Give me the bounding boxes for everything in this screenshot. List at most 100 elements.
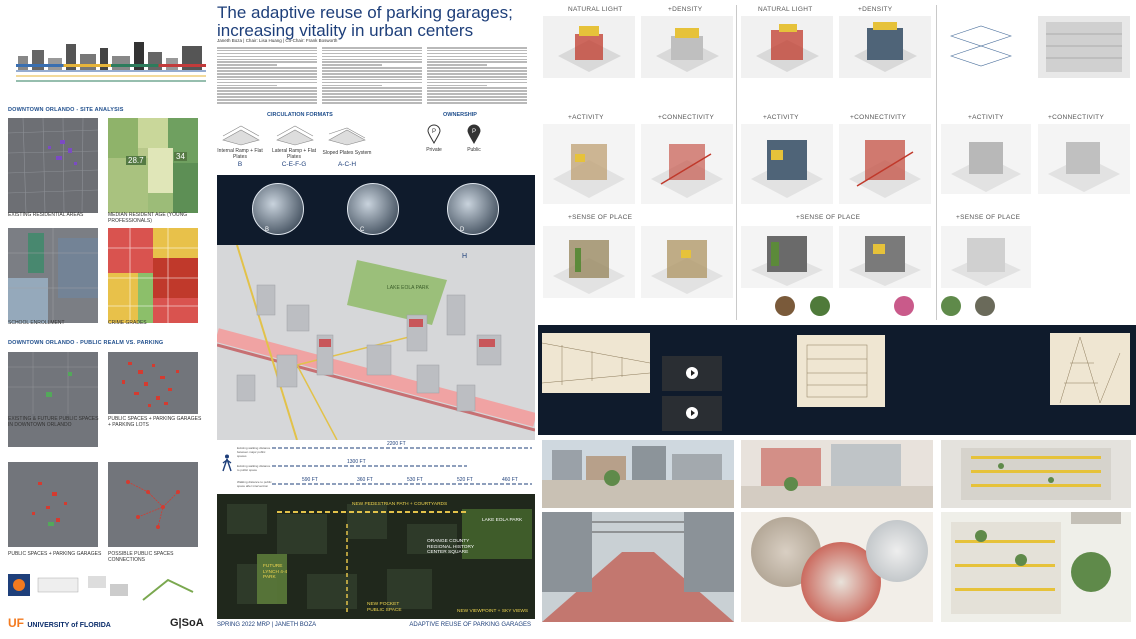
svg-text:P: P	[432, 129, 436, 135]
text-placeholder-line	[322, 81, 422, 84]
text-placeholder-line	[322, 93, 422, 95]
uf-logo: UF UNIVERSITY of FLORIDA	[8, 616, 111, 630]
sketches-band	[538, 325, 1136, 435]
diagram-sense-place-d	[839, 226, 931, 288]
heading-sense-of-place-1: +SENSE OF PLACE	[568, 214, 633, 221]
text-placeholder-line	[217, 101, 317, 104]
text-placeholder-line	[217, 99, 317, 101]
map-possible-connections	[108, 462, 198, 547]
material-swatch-wood	[775, 296, 795, 316]
text-placeholder-line	[217, 90, 317, 92]
text-placeholder-line	[427, 58, 527, 61]
median-age-value-1: 28.7	[126, 156, 146, 165]
material-swatch-plants	[941, 296, 961, 316]
map-public-spaces	[8, 352, 98, 447]
main-column: The adaptive reuse of parking garages; i…	[207, 0, 537, 639]
map-label-crime: CRIME GRADES	[108, 320, 147, 326]
distance-360: 360 FT	[357, 477, 373, 483]
distance-520: 520 FT	[457, 477, 473, 483]
lateral-ramp-icon	[276, 125, 314, 146]
p-pin-icon: P	[427, 124, 441, 144]
diagram-natural-light-b	[741, 16, 833, 78]
small-diagrams-strip	[8, 574, 194, 601]
text-placeholder-line	[427, 61, 527, 64]
text-placeholder-line	[217, 78, 317, 81]
aerial-letter-d: D	[460, 227, 465, 233]
video-thumbnail-1[interactable]	[662, 356, 722, 391]
pedestrian-icon	[222, 454, 232, 472]
text-placeholder-line	[322, 49, 422, 52]
text-placeholder-line	[217, 70, 317, 72]
intro-text-block-2	[322, 47, 422, 107]
map-label-connections: POSSIBLE PUBLIC SPACES CONNECTIONS	[108, 551, 174, 563]
diagram-density-a	[641, 16, 733, 78]
poster-title-line-1: The adaptive reuse of parking garages;	[217, 3, 513, 22]
iso-park-label: LAKE EOLA PARK	[387, 285, 429, 291]
text-placeholder-line	[217, 93, 317, 95]
footer-semester-author: SPRING 2022 MRP | JANETH BOZA	[217, 622, 317, 628]
text-placeholder-line	[322, 101, 422, 104]
distance-530: 530 FT	[407, 477, 423, 483]
internal-ramp-icon	[222, 125, 260, 146]
heading-natural-light-2: NATURAL LIGHT	[758, 6, 813, 13]
video-thumbnail-2[interactable]	[662, 396, 722, 431]
diagram-natural-light-a	[543, 16, 635, 78]
text-placeholder-line	[322, 55, 422, 58]
night-label-pedestrian-path: NEW PEDESTRIAN PATH + COURTYARDS	[352, 502, 448, 507]
svg-text:P: P	[472, 129, 476, 135]
diagram-sense-place-b	[641, 226, 733, 298]
text-placeholder-line	[322, 87, 422, 90]
map-label-public-garages: PUBLIC SPACES + PARKING GARAGES	[8, 551, 102, 557]
map-label-median-age: MEDIAN RESIDENT AGE (YOUNG PROFESSIONALS…	[108, 212, 188, 224]
text-placeholder-line	[427, 90, 527, 92]
text-placeholder-line	[322, 84, 382, 87]
map-label-public-spaces: EXISTING & FUTURE PUBLIC SPACES IN DOWNT…	[8, 416, 99, 428]
play-icon[interactable]	[686, 407, 698, 419]
timeline-bar	[16, 64, 206, 67]
text-placeholder-line	[322, 90, 422, 92]
text-placeholder-line	[217, 73, 317, 75]
text-placeholder-line	[217, 81, 317, 84]
diagram-section-garage	[1038, 16, 1130, 78]
heading-activity-2: +ACTIVITY	[763, 114, 799, 121]
text-placeholder-line	[217, 75, 317, 78]
text-placeholder-line	[217, 47, 317, 49]
text-placeholder-line	[322, 58, 422, 61]
text-placeholder-line	[427, 84, 487, 87]
map-public-spaces-garages	[8, 462, 98, 547]
render-terrace-perspective	[941, 512, 1131, 622]
ownership-private-label: Private	[426, 147, 442, 153]
circulation-code-internal: B	[237, 161, 243, 168]
heading-activity-1: +ACTIVITY	[568, 114, 604, 121]
map-median-age: 28.7 34	[108, 118, 198, 213]
diagram-activity-c	[941, 124, 1031, 194]
material-swatch-green	[810, 296, 830, 316]
walk-legend-2: Existing walking distance to public spac…	[237, 464, 271, 472]
night-label-lake-eola: LAKE EOLA PARK	[482, 518, 523, 523]
render-garage-section	[941, 440, 1131, 508]
timeline-panel	[8, 6, 206, 86]
diagram-sense-place-c	[741, 226, 833, 288]
diagram-connectivity-a	[641, 124, 733, 204]
text-placeholder-line	[427, 99, 527, 101]
heading-sense-of-place-2: +SENSE OF PLACE	[796, 214, 861, 221]
uf-logo-prefix: UF	[8, 616, 24, 630]
walking-distance-diagram: Existing walking distance between major …	[217, 440, 535, 492]
text-placeholder-line	[322, 67, 422, 69]
circulation-label-internal: Internal Ramp + Flat Plates	[217, 148, 263, 160]
aerial-letter-b: B	[265, 227, 270, 233]
sloped-plates-icon	[328, 127, 366, 146]
text-placeholder-line	[322, 99, 422, 101]
play-icon[interactable]	[686, 367, 698, 379]
material-swatch-concrete	[975, 296, 995, 316]
median-age-value-2: 34	[174, 152, 187, 161]
intro-text-block-1	[217, 47, 317, 107]
heading-connectivity-3: +CONNECTIVITY	[1048, 114, 1105, 121]
text-placeholder-line	[322, 73, 422, 75]
diagram-connectivity-b	[839, 124, 931, 204]
heading-activity-3: +ACTIVITY	[968, 114, 1004, 121]
distance-1300: 1300 FT	[347, 459, 366, 465]
footer-project-title: ADAPTIVE REUSE OF PARKING GARAGES	[409, 622, 531, 628]
text-placeholder-line	[217, 64, 277, 66]
text-placeholder-line	[427, 96, 527, 98]
